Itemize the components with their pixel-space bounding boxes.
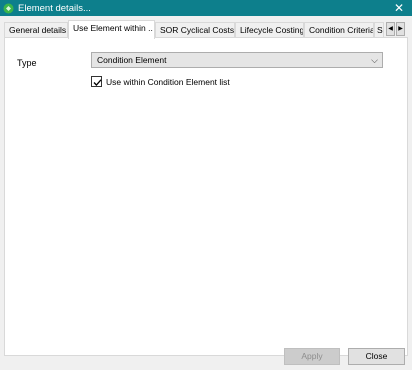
- checkmark-icon: [93, 79, 102, 86]
- tab-label: SOR Cyclical Costs: [160, 25, 235, 35]
- chevron-down-icon: ⌵: [371, 55, 378, 65]
- use-within-list-label: Use within Condition Element list: [106, 76, 230, 87]
- use-within-list-row[interactable]: Use within Condition Element list: [91, 76, 230, 87]
- tab-scroll-right-icon[interactable]: ▶: [396, 22, 405, 36]
- tab-general-details[interactable]: General details: [4, 22, 68, 38]
- tab-label: General details: [9, 25, 67, 35]
- tab-sor-cyclical-costs[interactable]: SOR Cyclical Costs: [155, 22, 235, 38]
- tab-condition-criteria[interactable]: Condition Criteria: [304, 22, 374, 38]
- dialog-body: General details Use Element within .. SO…: [0, 16, 412, 370]
- tab-label: Condition Criteria: [309, 25, 374, 35]
- tab-label: S: [377, 25, 383, 35]
- type-label: Type: [17, 58, 37, 68]
- type-dropdown[interactable]: Condition Element ⌵: [91, 52, 383, 68]
- tab-scroll-left-icon[interactable]: ◀: [386, 22, 395, 36]
- tab-label: Use Element within ..: [73, 23, 153, 33]
- apply-button[interactable]: Apply: [284, 348, 340, 365]
- tab-label: Lifecycle Costing: [240, 25, 304, 35]
- title-bar: Element details... ✕: [0, 0, 412, 16]
- type-dropdown-value: Condition Element: [97, 55, 167, 65]
- window-title: Element details...: [18, 2, 91, 14]
- tab-strip: General details Use Element within .. SO…: [4, 20, 408, 39]
- tab-overflow[interactable]: S: [374, 22, 384, 38]
- use-within-list-checkbox[interactable]: [91, 76, 102, 87]
- close-icon[interactable]: ✕: [394, 1, 404, 15]
- tab-panel: Type Condition Element ⌵ Use within Cond…: [4, 37, 408, 356]
- tab-use-element-within[interactable]: Use Element within ..: [68, 20, 155, 39]
- app-icon: [3, 3, 14, 14]
- close-button[interactable]: Close: [348, 348, 405, 365]
- tab-lifecycle-costing[interactable]: Lifecycle Costing: [235, 22, 304, 38]
